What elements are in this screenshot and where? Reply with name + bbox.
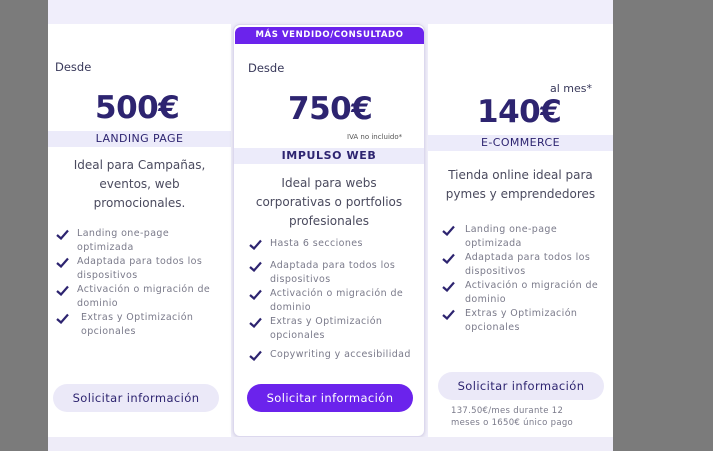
description-line: Tienda online ideal para: [448, 168, 593, 182]
feature-text: optimizada: [465, 238, 522, 249]
feature-text: Landing one-page: [465, 224, 558, 235]
feature-text: dominio: [77, 298, 119, 309]
feature-text: dispositivos: [465, 266, 526, 277]
plan-name: LANDING PAGE: [48, 131, 231, 147]
check-icon: [249, 261, 262, 272]
request-info-button[interactable]: Solicitar información: [438, 372, 604, 400]
plan-name: E-COMMERCE: [428, 135, 613, 151]
price-prefix: Desde: [248, 61, 285, 75]
check-icon: [442, 309, 455, 320]
payment-footnote: 137.50€/mes durante 12 meses o 1650€ úni…: [451, 405, 573, 429]
check-icon: [249, 239, 262, 250]
check-icon: [249, 289, 262, 300]
feature-text: Extras y Optimización: [465, 308, 578, 319]
feature-text: opcionales: [81, 326, 136, 337]
feature-item: Copywriting y accesibilidad: [249, 348, 421, 362]
feature-text: Activación o migración de: [77, 284, 211, 295]
pricing-section: Desde 500€ LANDING PAGE Ideal para Campa…: [48, 0, 613, 451]
feature-item: Hasta 6 secciones: [249, 237, 421, 251]
top-band: [48, 0, 613, 24]
feature-text: Landing one-page: [77, 228, 170, 239]
bottom-band: [48, 437, 613, 451]
plan-name: IMPULSO WEB: [234, 148, 424, 164]
plan-price: 750€: [288, 91, 373, 127]
feature-text: opcionales: [465, 322, 520, 333]
footnote-line: 137.50€/mes durante 12: [451, 406, 564, 416]
feature-list: Landing one-page optimizada Adaptada par…: [56, 227, 228, 339]
description-line: promocionales.: [93, 196, 186, 210]
feature-item: Activación o migración de dominio: [56, 283, 228, 311]
plan-price: 140€: [477, 94, 562, 130]
footnote-line: meses o 1650€ único pago: [451, 418, 574, 428]
plan-card-landing-page: Desde 500€ LANDING PAGE Ideal para Campa…: [48, 24, 231, 437]
description-line: profesionales: [288, 214, 370, 228]
plan-price: 500€: [95, 90, 180, 126]
tax-note: IVA no incluido*: [347, 133, 403, 141]
feature-list: Landing one-page optimizada Adaptada par…: [442, 223, 612, 335]
check-icon: [56, 229, 69, 240]
feature-text: Copywriting y accesibilidad: [270, 349, 411, 360]
feature-item: Extras y Optimización opcionales: [442, 307, 612, 335]
request-info-button[interactable]: Solicitar información: [53, 384, 219, 412]
feature-item: Extras y Optimización opcionales: [249, 315, 421, 343]
feature-text: Hasta 6 secciones: [270, 238, 363, 249]
check-icon: [56, 257, 69, 268]
check-icon: [442, 225, 455, 236]
check-icon: [249, 317, 262, 328]
feature-text: Extras y Optimización: [270, 316, 383, 327]
description-line: Ideal para webs: [281, 176, 377, 190]
plan-description: Ideal para Campañas, eventos, web promoc…: [48, 156, 231, 213]
check-icon: [442, 253, 455, 264]
check-icon: [442, 281, 455, 292]
feature-text: Extras y Optimización: [81, 312, 194, 323]
check-icon: [56, 313, 69, 324]
check-icon: [56, 285, 69, 296]
check-icon: [249, 350, 262, 361]
feature-item: Adaptada para todos los dispositivos: [56, 255, 228, 283]
feature-text: opcionales: [270, 330, 325, 341]
plan-description: Tienda online ideal para pymes y emprend…: [428, 166, 613, 204]
price-prefix: Desde: [55, 60, 92, 74]
feature-text: dispositivos: [77, 270, 138, 281]
feature-item: Landing one-page optimizada: [442, 223, 612, 251]
plan-description: Ideal para webs corporativas o portfolio…: [234, 174, 424, 231]
feature-item: Landing one-page optimizada: [56, 227, 228, 255]
feature-text: Adaptada para todos los: [270, 260, 396, 271]
best-seller-badge: MÁS VENDIDO/CONSULTADO: [235, 27, 424, 44]
feature-text: Adaptada para todos los: [77, 256, 203, 267]
feature-item: Extras y Optimización opcionales: [56, 311, 228, 339]
request-info-button[interactable]: Solicitar información: [247, 384, 413, 412]
feature-text: Activación o migración de: [465, 280, 599, 291]
plan-card-impulso-web: MÁS VENDIDO/CONSULTADO Desde 750€ IVA no…: [233, 24, 425, 437]
description-line: Ideal para Campañas,: [73, 158, 206, 172]
feature-text: optimizada: [77, 242, 134, 253]
feature-text: dominio: [270, 302, 312, 313]
description-line: pymes y emprendedores: [445, 187, 596, 201]
feature-item: Activación o migración de dominio: [249, 287, 421, 315]
feature-text: dispositivos: [270, 274, 331, 285]
feature-list: Hasta 6 secciones Adaptada para todos lo…: [249, 237, 421, 362]
feature-text: dominio: [465, 294, 507, 305]
feature-item: Adaptada para todos los dispositivos: [442, 251, 612, 279]
feature-text: Activación o migración de: [270, 288, 404, 299]
feature-item: Activación o migración de dominio: [442, 279, 612, 307]
feature-item: Adaptada para todos los dispositivos: [249, 259, 421, 287]
feature-text: Adaptada para todos los: [465, 252, 591, 263]
description-line: eventos, web: [99, 177, 180, 191]
plan-card-e-commerce: al mes* 140€ E-COMMERCE Tienda online id…: [428, 24, 613, 437]
description-line: corporativas o portfolios: [255, 195, 403, 209]
